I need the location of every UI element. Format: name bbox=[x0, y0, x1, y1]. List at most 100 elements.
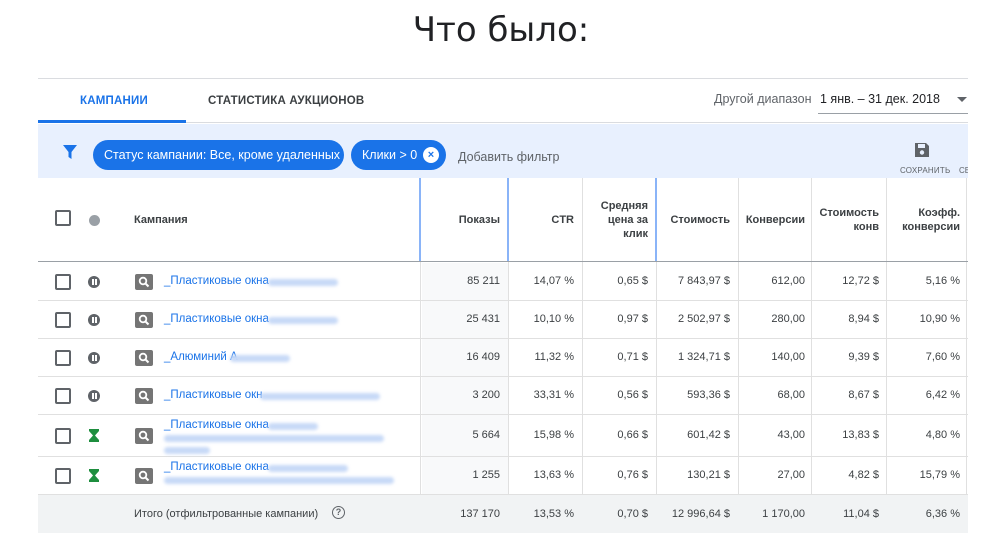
status-dot-icon bbox=[89, 215, 100, 226]
help-icon[interactable]: ? bbox=[332, 506, 345, 519]
cell-cost: 2 502,97 $ bbox=[678, 313, 730, 325]
header-cost[interactable]: Стоимость bbox=[658, 213, 730, 227]
paused-status-icon[interactable] bbox=[88, 352, 100, 364]
campaign-name-link[interactable]: _Алюминий А bbox=[164, 351, 238, 363]
search-icon bbox=[138, 314, 150, 326]
search-icon bbox=[138, 390, 150, 402]
campaign-name-link[interactable]: _Пластиковые окна bbox=[164, 461, 269, 473]
row-checkbox[interactable] bbox=[55, 388, 71, 404]
cell-conversions: 140,00 bbox=[771, 351, 805, 363]
cell-conv-rate: 5,16 % bbox=[925, 275, 960, 287]
cell-ctr: 11,32 % bbox=[534, 351, 574, 363]
header-avg-cpc[interactable]: Средняя цена за клик bbox=[584, 199, 648, 241]
header-conv-rate[interactable]: Коэфф. конверсии bbox=[888, 206, 960, 234]
cell-ctr: 33,31 % bbox=[533, 389, 574, 401]
table-row[interactable]: _Пластиковые окна 85 211 14,07 % 0,65 $ 7 84… bbox=[38, 263, 968, 301]
total-cost: 12 996,64 $ bbox=[671, 508, 730, 520]
table-row[interactable]: _Алюминий А 16 409 11,32 % 0,71 $ 1 324,71 $… bbox=[38, 339, 968, 377]
total-ctr: 13,53 % bbox=[533, 508, 574, 520]
cell-ctr: 14,07 % bbox=[533, 275, 574, 287]
cell-conversions: 43,00 bbox=[777, 429, 805, 441]
header-line: Стоимость bbox=[819, 207, 879, 219]
header-ctr[interactable]: CTR bbox=[510, 213, 574, 227]
header-line: Коэфф. bbox=[918, 207, 960, 219]
filter-chip-label: Клики > 0 bbox=[362, 148, 418, 162]
row-checkbox[interactable] bbox=[55, 274, 71, 290]
cell-impressions: 16 409 bbox=[466, 351, 500, 363]
total-label: Итого (отфильтрованные кампании) bbox=[134, 508, 319, 520]
save-button-label[interactable]: СОХРАНИТЬ bbox=[900, 166, 950, 175]
total-row: Итого (отфильтрованные кампании) 137 170… bbox=[38, 495, 968, 533]
google-ads-campaign-table: КАМПАНИИ СТАТИСТИКА АУКЦИОНОВ Другой диа… bbox=[38, 78, 968, 533]
cell-conversions: 68,00 bbox=[777, 389, 805, 401]
header-impressions[interactable]: Показы bbox=[422, 213, 500, 227]
table-row[interactable]: _Пластиковые окна 25 431 10,10 % 0,97 $ 2 50… bbox=[38, 301, 968, 339]
header-line: Средняя bbox=[600, 200, 648, 212]
cell-cost: 593,36 $ bbox=[687, 389, 730, 401]
row-checkbox[interactable] bbox=[55, 428, 71, 444]
cell-impressions: 85 211 bbox=[467, 275, 500, 287]
tab-auction-insights[interactable]: СТАТИСТИКА АУКЦИОНОВ bbox=[208, 79, 364, 123]
cell-conversions: 612,00 bbox=[771, 275, 805, 287]
save-icon[interactable] bbox=[914, 142, 930, 158]
cell-conv-rate: 15,79 % bbox=[919, 469, 960, 481]
campaign-name-link[interactable]: _Пластиковые окн bbox=[164, 389, 263, 401]
table-row[interactable]: _Пластиковые окн 3 200 33,31 % 0,56 $ 593,36… bbox=[38, 377, 968, 415]
limited-status-icon[interactable] bbox=[88, 469, 100, 482]
cell-impressions: 25 431 bbox=[466, 313, 500, 325]
filter-icon[interactable] bbox=[62, 144, 78, 160]
redacted-text bbox=[164, 435, 384, 442]
segment-button-label[interactable]: СБ bbox=[959, 166, 968, 175]
date-range-label: Другой диапазон bbox=[714, 92, 812, 106]
cell-conversions: 27,00 bbox=[777, 469, 805, 481]
select-all-checkbox[interactable] bbox=[55, 210, 71, 226]
search-icon bbox=[138, 430, 150, 442]
filter-chip-label: Статус кампании: Все, кроме удаленных bbox=[104, 148, 341, 162]
active-tab-indicator bbox=[38, 120, 186, 123]
row-checkbox[interactable] bbox=[55, 350, 71, 366]
limited-status-icon[interactable] bbox=[88, 429, 100, 442]
row-checkbox[interactable] bbox=[55, 468, 71, 484]
paused-status-icon[interactable] bbox=[88, 390, 100, 402]
date-range-selector[interactable]: 1 янв. – 31 дек. 2018 bbox=[820, 92, 940, 106]
header-line: конверсии bbox=[902, 221, 960, 233]
paused-status-icon[interactable] bbox=[88, 276, 100, 288]
add-filter-button[interactable]: Добавить фильтр bbox=[458, 150, 560, 164]
total-impressions: 137 170 bbox=[460, 508, 500, 520]
redacted-text bbox=[260, 393, 380, 400]
cell-impressions: 5 664 bbox=[472, 429, 500, 441]
page-heading: Что было: bbox=[412, 10, 590, 50]
campaign-name-link[interactable]: _Пластиковые окна bbox=[164, 419, 269, 431]
search-icon bbox=[138, 276, 150, 288]
cell-cost-per-conv: 12,72 $ bbox=[842, 275, 879, 287]
filter-chip-campaign-status[interactable]: Статус кампании: Все, кроме удаленных bbox=[93, 140, 344, 170]
tab-campaigns[interactable]: КАМПАНИИ bbox=[80, 79, 148, 123]
cell-cost: 601,42 $ bbox=[687, 429, 730, 441]
redacted-text bbox=[268, 465, 348, 472]
cell-cost-per-conv: 8,94 $ bbox=[848, 313, 879, 325]
redacted-text bbox=[268, 317, 338, 324]
table-row[interactable]: _Пластиковые окна 1 255 13,63 % 0,76 $ 130,2… bbox=[38, 457, 968, 495]
total-avg-cpc: 0,70 $ bbox=[617, 508, 648, 520]
campaign-name-link[interactable]: _Пластиковые окна bbox=[164, 313, 269, 325]
paused-status-icon[interactable] bbox=[88, 314, 100, 326]
cell-cost: 1 324,71 $ bbox=[678, 351, 730, 363]
redacted-text bbox=[268, 279, 338, 286]
cell-cost-per-conv: 13,83 $ bbox=[842, 429, 879, 441]
redacted-text bbox=[164, 447, 210, 454]
chevron-down-icon[interactable] bbox=[957, 97, 967, 102]
row-checkbox[interactable] bbox=[55, 312, 71, 328]
close-icon[interactable]: × bbox=[423, 147, 439, 163]
header-conversions[interactable]: Конверсии bbox=[740, 213, 805, 227]
search-campaign-icon bbox=[135, 388, 153, 404]
cell-conv-rate: 4,80 % bbox=[925, 429, 960, 441]
header-line: клик bbox=[623, 228, 648, 240]
search-icon bbox=[138, 352, 150, 364]
campaign-name-link[interactable]: _Пластиковые окна bbox=[164, 275, 269, 287]
header-cost-per-conv[interactable]: Стоимость конв bbox=[813, 206, 879, 234]
filter-chip-clicks[interactable]: Клики > 0 × bbox=[351, 140, 446, 170]
table-row[interactable]: _Пластиковые окна 5 664 15,98 % 0,66 $ 601,4… bbox=[38, 415, 968, 457]
header-campaign[interactable]: Кампания bbox=[134, 213, 188, 227]
header-line: цена за bbox=[607, 214, 648, 226]
cell-impressions: 1 255 bbox=[472, 469, 500, 481]
